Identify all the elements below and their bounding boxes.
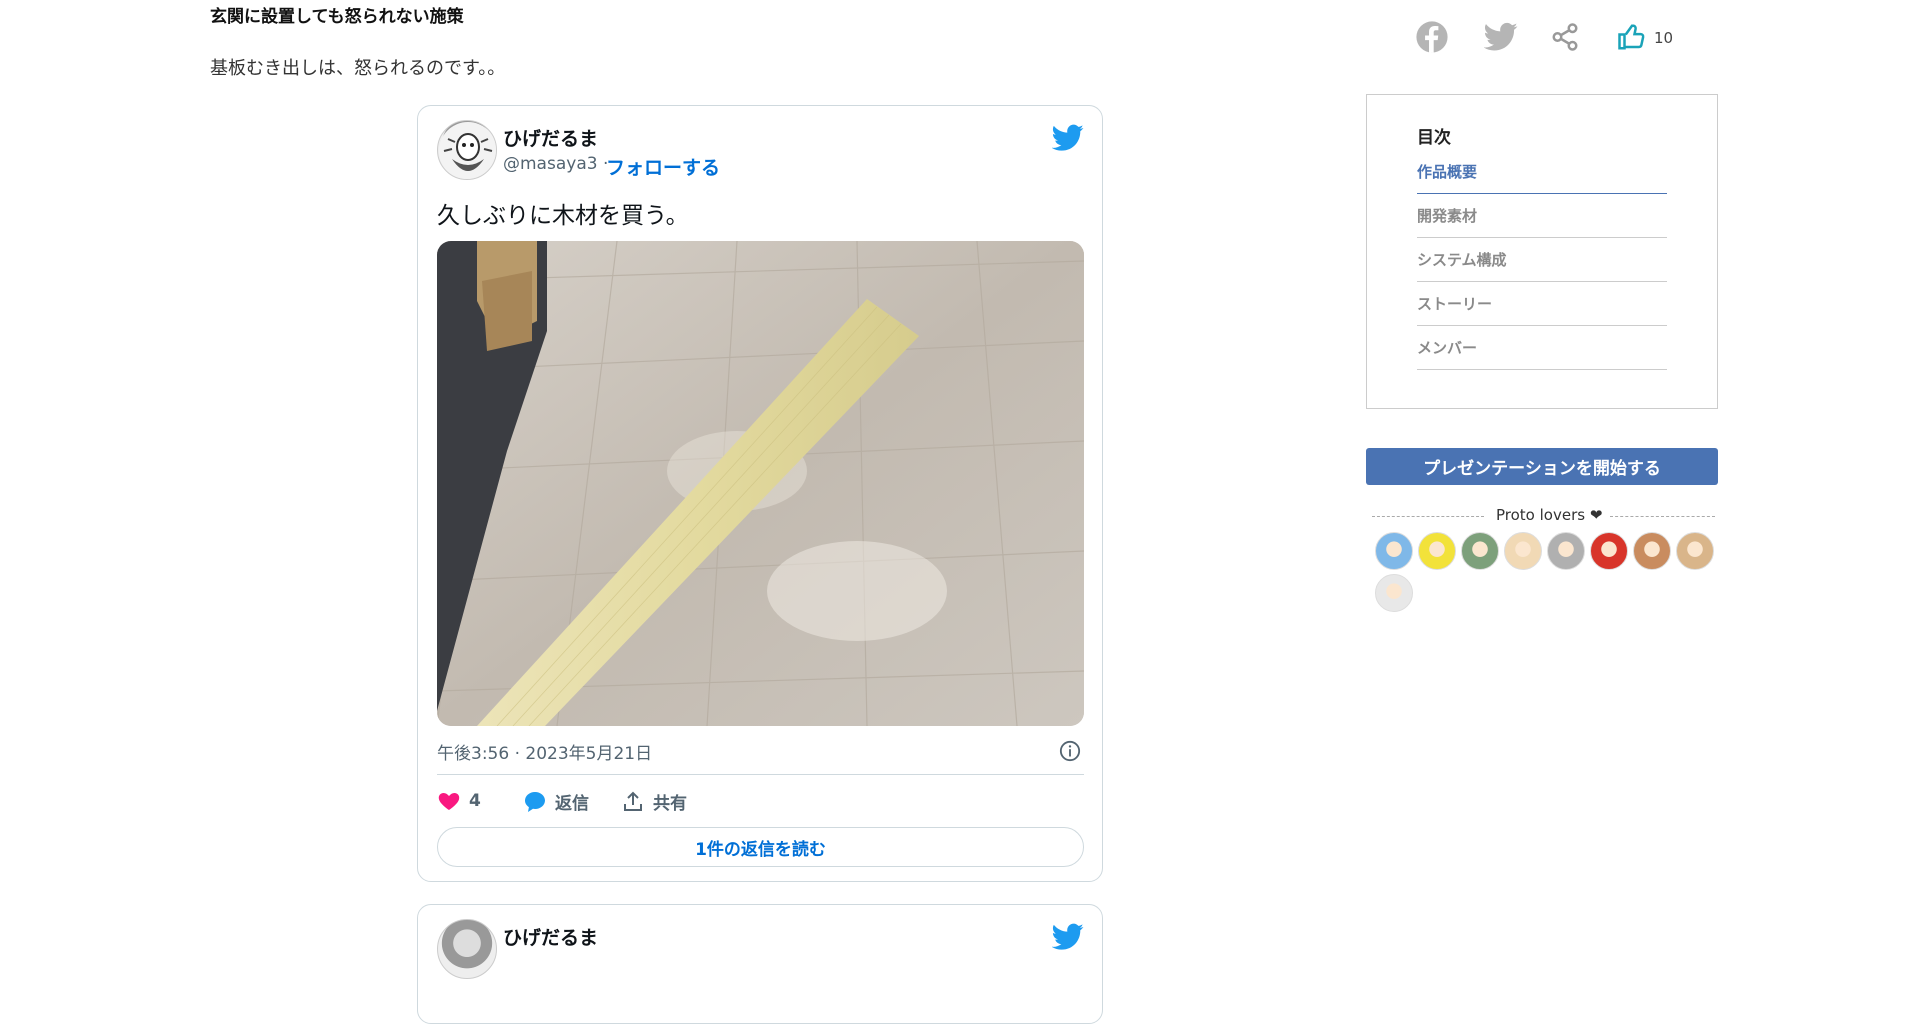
toc-item-system[interactable]: システム構成 xyxy=(1417,238,1667,282)
divider-left xyxy=(1372,516,1484,517)
tweet-photo[interactable] xyxy=(437,241,1084,726)
share-label: 共有 xyxy=(653,794,687,814)
lover-avatar[interactable] xyxy=(1418,532,1456,570)
follow-link[interactable]: フォローする xyxy=(606,153,720,180)
heart-icon xyxy=(438,793,460,810)
like-total: 10 xyxy=(1654,29,1674,47)
twitter-icon[interactable] xyxy=(1484,20,1518,54)
section-heading: 玄関に設置しても怒られない施策 xyxy=(210,7,464,27)
thumbs-up-icon[interactable] xyxy=(1617,22,1647,52)
like-count: 4 xyxy=(469,791,481,811)
embedded-tweet[interactable]: ひげだるま @masaya3 · フォローする 久しぶりに木材を買う。 午後3:… xyxy=(417,105,1103,882)
lover-avatar[interactable] xyxy=(1375,574,1413,612)
tweet-author-name[interactable]: ひげだるま xyxy=(503,124,598,151)
twitter-bird-icon[interactable] xyxy=(1052,124,1084,152)
lover-avatar[interactable] xyxy=(1590,532,1628,570)
toc-item-overview[interactable]: 作品概要 xyxy=(1417,150,1667,194)
lover-avatar[interactable] xyxy=(1375,532,1413,570)
info-icon[interactable] xyxy=(1059,740,1081,762)
table-of-contents: 目次 作品概要 開発素材 システム構成 ストーリー メンバー xyxy=(1366,94,1718,409)
lover-avatar[interactable] xyxy=(1676,532,1714,570)
reply-label: 返信 xyxy=(555,794,589,814)
tweet-timestamp[interactable]: 午後3:56 · 2023年5月21日 xyxy=(437,739,652,764)
tweet2-author-name[interactable]: ひげだるま xyxy=(503,923,598,950)
facebook-icon[interactable] xyxy=(1415,20,1449,54)
tweet-divider xyxy=(437,774,1084,775)
read-replies-button[interactable]: 1件の返信を読む xyxy=(437,827,1084,867)
lover-avatar[interactable] xyxy=(1504,532,1542,570)
divider-right xyxy=(1610,516,1715,517)
proto-lovers-label: Proto lovers ❤ xyxy=(1492,506,1607,524)
tweet-author-avatar[interactable] xyxy=(437,120,497,180)
lover-avatar[interactable] xyxy=(1547,532,1585,570)
toc-item-story[interactable]: ストーリー xyxy=(1417,282,1667,326)
toc-item-materials[interactable]: 開発素材 xyxy=(1417,194,1667,238)
article-paragraph: 基板むき出しは、怒られるのです。。 xyxy=(210,58,506,79)
twitter-bird-icon[interactable] xyxy=(1052,923,1084,951)
tweet-text: 久しぶりに木材を買う。 xyxy=(437,203,689,229)
upload-share-icon xyxy=(624,791,642,811)
toc-title: 目次 xyxy=(1417,128,1451,148)
toc-item-members[interactable]: メンバー xyxy=(1417,326,1667,370)
embedded-tweet-2[interactable]: ひげだるま xyxy=(417,904,1103,1024)
like-action[interactable]: 4 xyxy=(437,789,481,813)
start-presentation-button[interactable]: プレゼンテーションを開始する xyxy=(1366,448,1718,485)
lover-avatar[interactable] xyxy=(1633,532,1671,570)
lover-avatar[interactable] xyxy=(1461,532,1499,570)
tweet2-author-avatar[interactable] xyxy=(437,919,497,979)
share-action[interactable]: 共有 xyxy=(621,789,687,814)
share-icon[interactable] xyxy=(1550,22,1580,52)
tweet-author-handle[interactable]: @masaya3 · xyxy=(503,154,608,174)
reply-action[interactable]: 返信 xyxy=(523,789,589,814)
speech-bubble-icon xyxy=(525,791,545,812)
